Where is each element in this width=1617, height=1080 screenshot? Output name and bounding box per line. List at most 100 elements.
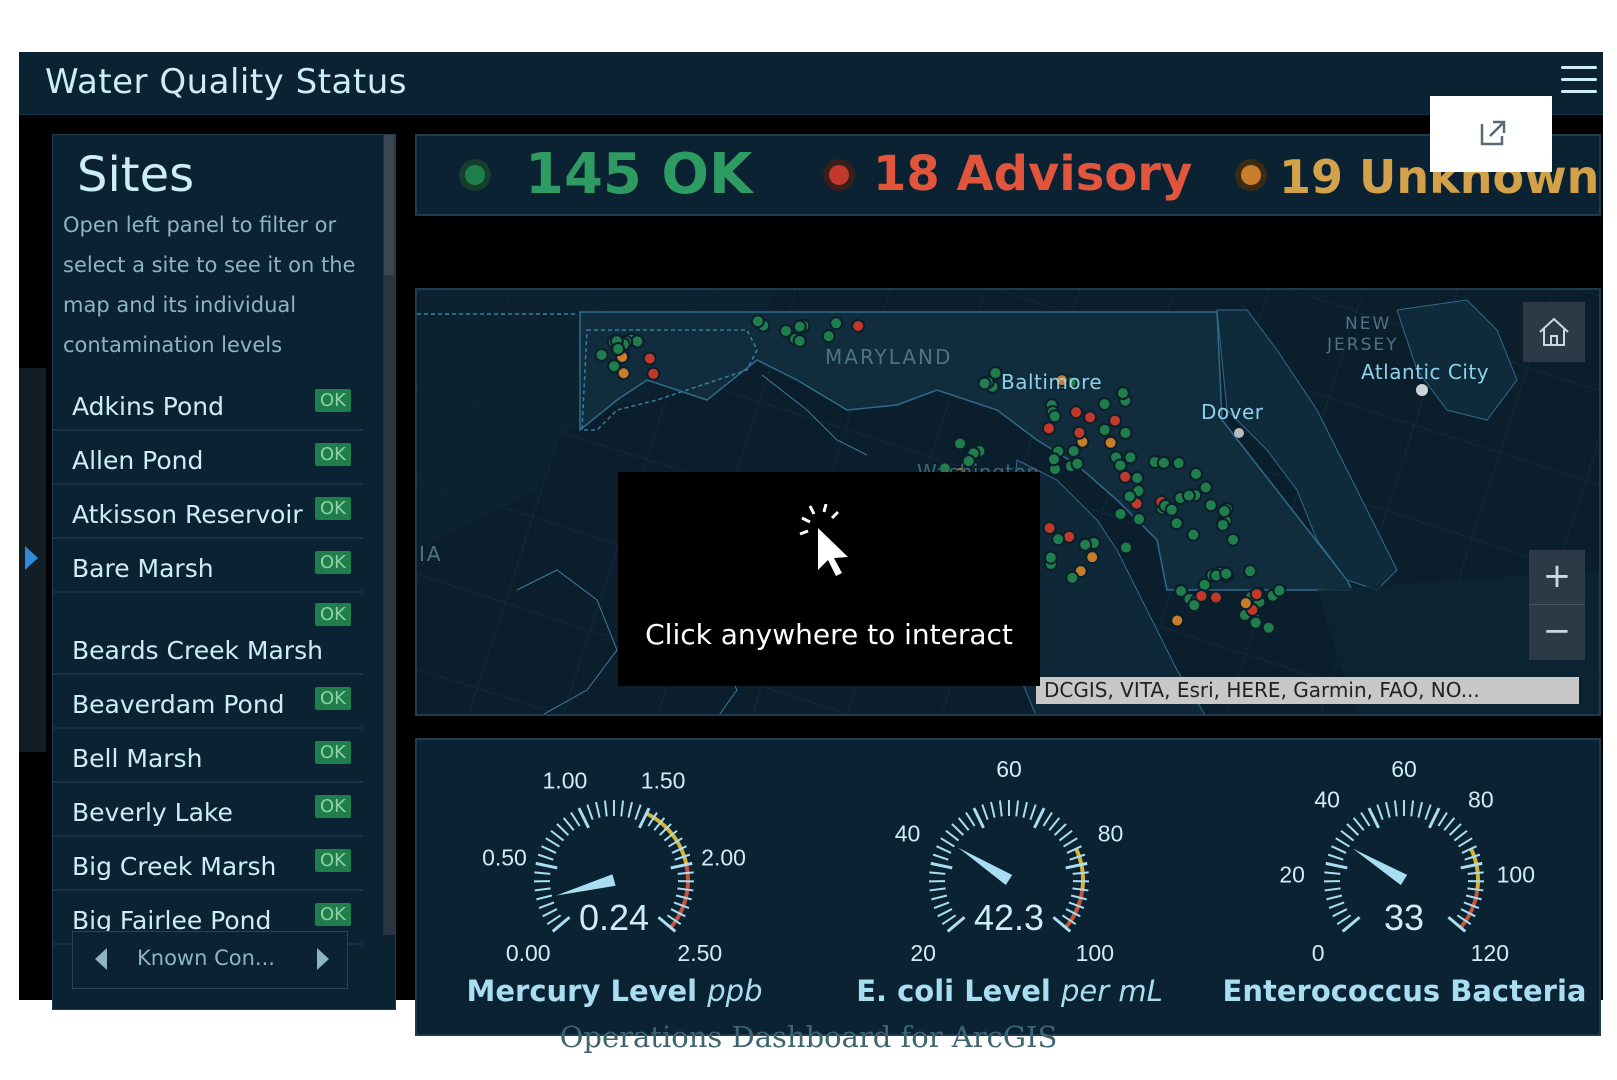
site-marker[interactable] <box>1097 422 1112 437</box>
site-marker[interactable] <box>1186 527 1201 542</box>
app-title: Water Quality Status <box>45 62 407 102</box>
site-marker[interactable] <box>792 319 807 334</box>
site-marker[interactable] <box>851 318 866 333</box>
site-marker[interactable] <box>1070 456 1085 471</box>
list-item[interactable]: Allen Pond OK <box>53 431 363 485</box>
home-button[interactable] <box>1523 302 1585 362</box>
gauge-tick <box>545 837 560 848</box>
gauge-label: Enterococcus Bacteria <box>1222 974 1587 1008</box>
gauge-tick <box>1325 861 1348 870</box>
site-marker[interactable] <box>1156 455 1171 470</box>
site-marker[interactable] <box>792 333 807 348</box>
site-marker[interactable] <box>1097 397 1112 412</box>
list-item[interactable]: Bell Marsh OK <box>53 729 363 783</box>
site-marker[interactable] <box>1226 532 1241 547</box>
chevron-right-icon[interactable] <box>317 948 329 970</box>
site-marker[interactable] <box>1132 512 1147 527</box>
site-marker[interactable] <box>953 436 968 451</box>
site-marker[interactable] <box>1219 566 1234 581</box>
list-item[interactable]: Beards Creek Marsh OK <box>53 593 363 675</box>
site-marker[interactable] <box>750 314 765 329</box>
site-marker[interactable] <box>1118 469 1133 484</box>
site-marker[interactable] <box>1248 615 1263 630</box>
site-name: Bell Marsh <box>72 744 203 773</box>
site-marker[interactable] <box>1194 588 1209 603</box>
site-marker[interactable] <box>1272 583 1287 598</box>
site-marker[interactable] <box>642 351 657 366</box>
left-panel-toggle[interactable] <box>19 368 46 752</box>
site-marker[interactable] <box>778 323 793 338</box>
site-marker[interactable] <box>1113 507 1128 522</box>
site-marker[interactable] <box>1198 480 1213 495</box>
site-marker[interactable] <box>1103 435 1118 450</box>
hamburger-menu-icon[interactable] <box>1561 64 1599 98</box>
status-badge: OK <box>315 443 351 466</box>
site-marker[interactable] <box>1113 458 1128 473</box>
site-marker[interactable] <box>646 366 661 381</box>
site-marker[interactable] <box>594 347 609 362</box>
enterococcus-gauge: 0 20 40 60 80 100 120 33 Enterococcus Bacteria <box>1207 740 1602 1038</box>
zoom-in-button[interactable]: + <box>1529 550 1585 605</box>
interaction-overlay[interactable]: Click anywhere to interact <box>618 472 1040 686</box>
list-item[interactable]: Big Creek Marsh OK <box>53 837 363 891</box>
site-marker[interactable] <box>1083 410 1098 425</box>
site-name: Bare Marsh <box>72 554 214 583</box>
site-marker[interactable] <box>1118 425 1133 440</box>
site-marker[interactable] <box>1065 570 1080 585</box>
site-marker[interactable] <box>1115 386 1130 401</box>
gauge-tick <box>1393 800 1398 817</box>
site-marker[interactable] <box>1171 456 1186 471</box>
gauge-title: Enterococcus Bacteria <box>1207 974 1602 1008</box>
popout-button[interactable] <box>1430 96 1552 172</box>
site-marker[interactable] <box>977 376 992 391</box>
map-label-dover: Dover <box>1201 400 1264 424</box>
site-marker[interactable] <box>1046 452 1061 467</box>
site-marker[interactable] <box>1108 413 1123 428</box>
site-marker[interactable] <box>1170 613 1185 628</box>
site-marker[interactable] <box>611 342 626 357</box>
site-marker[interactable] <box>1047 409 1062 424</box>
site-marker[interactable] <box>1249 587 1264 602</box>
sites-scrollbar[interactable] <box>383 135 395 935</box>
site-marker[interactable] <box>1122 489 1137 504</box>
site-marker[interactable] <box>1066 444 1081 459</box>
site-marker[interactable] <box>1062 529 1077 544</box>
site-marker[interactable] <box>1041 421 1056 436</box>
site-marker[interactable] <box>1169 516 1184 531</box>
site-marker[interactable] <box>1119 540 1134 555</box>
gauge-tick <box>1460 861 1483 870</box>
site-marker[interactable] <box>1261 620 1276 635</box>
site-marker[interactable] <box>1203 498 1218 513</box>
gauge-tick <box>1072 887 1089 892</box>
site-marker[interactable] <box>1072 425 1087 440</box>
site-marker[interactable] <box>616 366 631 381</box>
site-marker[interactable] <box>829 316 844 331</box>
site-marker[interactable] <box>1078 537 1093 552</box>
site-marker[interactable] <box>1238 596 1253 611</box>
site-marker[interactable] <box>1042 521 1057 536</box>
site-marker[interactable] <box>1123 450 1138 465</box>
site-marker[interactable] <box>1215 517 1230 532</box>
site-marker[interactable] <box>1069 405 1084 420</box>
chevron-left-icon[interactable] <box>95 948 107 970</box>
site-marker[interactable] <box>821 329 836 344</box>
site-marker[interactable] <box>1217 504 1232 519</box>
site-marker[interactable] <box>1051 532 1066 547</box>
site-marker[interactable] <box>1164 502 1179 517</box>
list-item[interactable]: Beverly Lake OK <box>53 783 363 837</box>
list-item[interactable]: Atkisson Reservoir OK <box>53 485 363 539</box>
site-marker[interactable] <box>1085 550 1100 565</box>
site-marker[interactable] <box>1043 550 1058 565</box>
list-item[interactable]: Beaverdam Pond OK <box>53 675 363 729</box>
site-marker[interactable] <box>1181 488 1196 503</box>
list-item[interactable]: Adkins Pond OK <box>53 377 363 431</box>
site-marker[interactable] <box>1243 564 1258 579</box>
list-item[interactable]: Bare Marsh OK <box>53 539 363 593</box>
site-marker[interactable] <box>1189 466 1204 481</box>
scrollbar-thumb[interactable] <box>384 135 394 275</box>
site-marker[interactable] <box>988 365 1003 380</box>
site-marker[interactable] <box>1130 471 1145 486</box>
zoom-out-button[interactable]: − <box>1529 605 1585 659</box>
site-name: Beverly Lake <box>72 798 233 827</box>
site-marker[interactable] <box>1208 590 1223 605</box>
